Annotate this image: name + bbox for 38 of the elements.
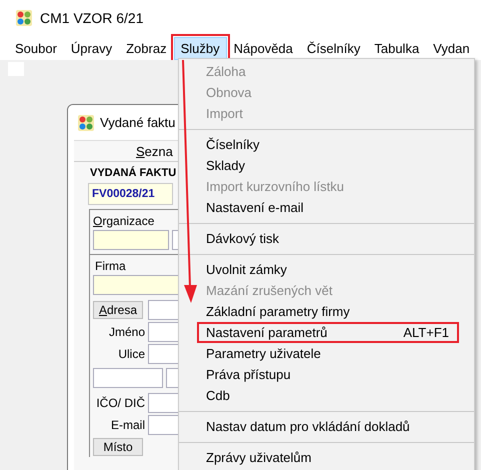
place-button[interactable]: Místo bbox=[93, 438, 143, 456]
address-button[interactable]: Adresa bbox=[93, 300, 143, 318]
menu-item[interactable]: Nápověda bbox=[226, 36, 300, 60]
app-icon bbox=[16, 10, 32, 26]
field-label: Jméno bbox=[108, 324, 145, 338]
shortcut-label: ALT+F1 bbox=[403, 325, 449, 340]
menu-item[interactable]: Soubor bbox=[8, 36, 64, 60]
menu-item[interactable]: Nastav datum pro vkládání dokladů bbox=[197, 416, 459, 437]
menu-item[interactable]: Služby bbox=[174, 36, 227, 60]
menu-item[interactable]: Zobraz bbox=[119, 36, 174, 60]
field-label: Ulice bbox=[117, 346, 145, 360]
menu-item[interactable]: Cdb bbox=[197, 385, 459, 406]
menu-item[interactable]: Číselníky bbox=[300, 36, 368, 60]
menu-item[interactable]: Parametry uživatele bbox=[197, 343, 459, 364]
menu-item[interactable]: Vydan bbox=[426, 36, 477, 60]
document-number-field[interactable]: FV00028/21 bbox=[88, 183, 173, 205]
field-label: IČO/ DIČ bbox=[95, 396, 145, 410]
menu-item[interactable]: Nastavení e-mail bbox=[197, 197, 459, 218]
app-icon bbox=[78, 114, 94, 130]
menu-item[interactable]: Tabulka bbox=[367, 36, 426, 60]
menu-item[interactable]: Číselníky bbox=[197, 134, 459, 155]
window-title: CM1 VZOR 6/21 bbox=[40, 10, 144, 26]
field-label: Organizace bbox=[93, 214, 154, 230]
field-label: Firma bbox=[95, 259, 126, 275]
menu-item[interactable]: Nastavení parametrů ALT+F1 bbox=[197, 322, 459, 343]
menu-item[interactable]: Úpravy bbox=[64, 36, 120, 60]
menu-item[interactable]: Základní parametry firmy bbox=[197, 301, 459, 322]
window-title: Vydané faktu bbox=[100, 115, 176, 130]
form-heading: VYDANÁ FAKTU bbox=[90, 167, 176, 181]
list-tab[interactable]: Sezna bbox=[136, 144, 173, 158]
field-label: E-mail bbox=[110, 418, 145, 432]
menu-item[interactable]: Zprávy uživatelům bbox=[197, 447, 459, 468]
menu-item[interactable]: Práva přístupu bbox=[197, 364, 459, 385]
menu-item[interactable]: Uvolnit zámky bbox=[197, 259, 459, 280]
input-field[interactable] bbox=[93, 230, 169, 250]
input-field[interactable] bbox=[93, 368, 163, 388]
menu-item[interactable]: Dávkový tisk bbox=[197, 228, 459, 249]
menu-item[interactable]: Sklady bbox=[197, 155, 459, 176]
